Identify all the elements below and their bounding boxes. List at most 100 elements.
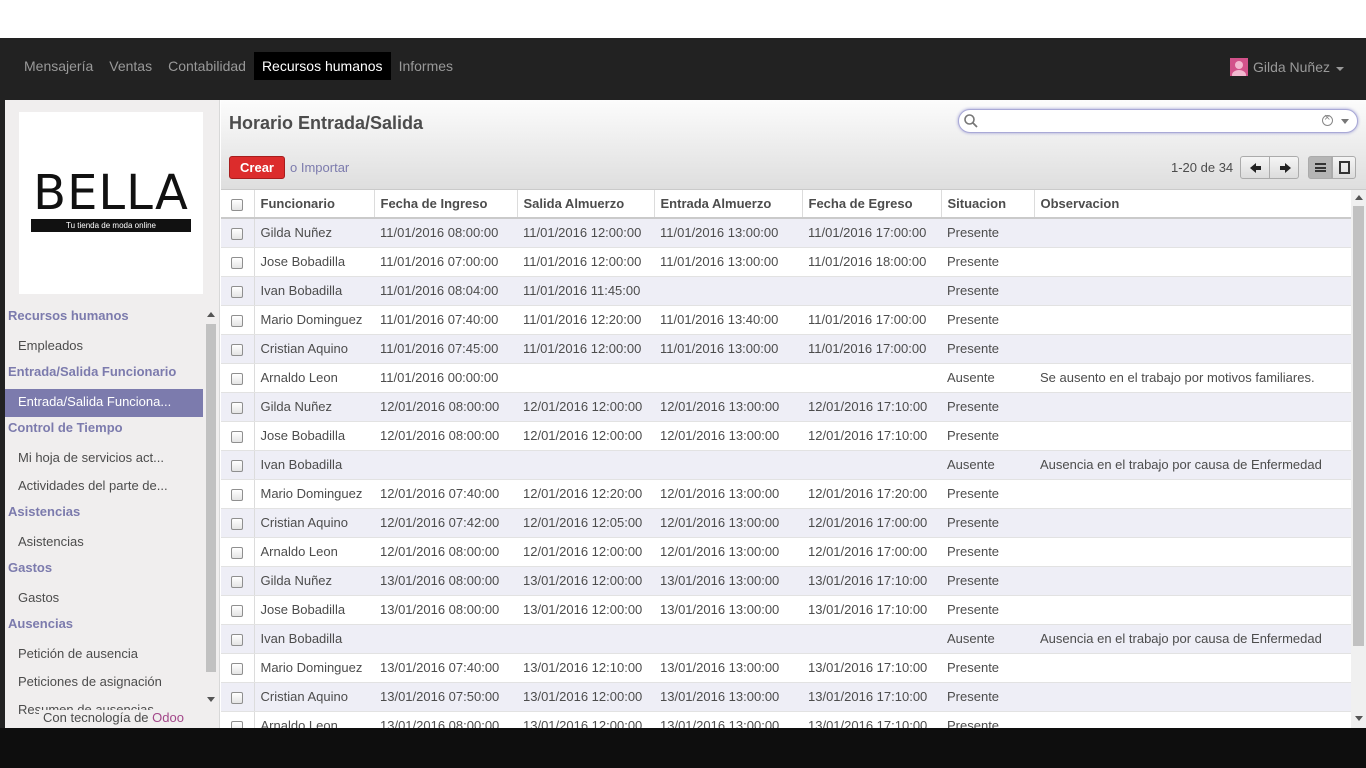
table-row[interactable]: Jose Bobadilla 12/01/2016 08:00:00 12/01/2… bbox=[221, 421, 1351, 451]
row-checkbox[interactable] bbox=[231, 488, 244, 501]
column-header[interactable]: Fecha de Ingreso bbox=[374, 190, 518, 219]
sidebar-item[interactable]: Empleados bbox=[5, 333, 203, 361]
sidebar-item[interactable]: Actividades del parte de... bbox=[5, 473, 203, 501]
scroll-up-icon[interactable] bbox=[1355, 195, 1363, 200]
import-link[interactable]: Importar bbox=[301, 160, 349, 175]
table-cell: 11/01/2016 17:00:00 bbox=[802, 305, 941, 335]
row-checkbox[interactable] bbox=[231, 662, 244, 675]
row-checkbox[interactable] bbox=[231, 459, 244, 472]
row-select-cell bbox=[221, 566, 255, 596]
list-view-icon bbox=[1315, 163, 1326, 172]
row-checkbox[interactable] bbox=[231, 314, 244, 327]
row-checkbox[interactable] bbox=[231, 430, 244, 443]
row-checkbox[interactable] bbox=[231, 372, 244, 385]
row-checkbox[interactable] bbox=[231, 691, 244, 704]
column-header[interactable]: Fecha de Egreso bbox=[802, 190, 942, 219]
table-cell bbox=[517, 450, 654, 480]
pager-value[interactable]: 1-20 de 34 bbox=[1171, 160, 1233, 175]
table-row[interactable]: Cristian Aquino 11/01/2016 07:45:00 11/01/… bbox=[221, 334, 1351, 364]
search-input[interactable] bbox=[981, 112, 1321, 130]
row-checkbox[interactable] bbox=[231, 604, 244, 617]
table-cell: Arnaldo Leon bbox=[254, 537, 374, 567]
row-checkbox[interactable] bbox=[231, 517, 244, 530]
table-cell: 11/01/2016 18:00:00 bbox=[802, 247, 941, 277]
odoo-link[interactable]: Odoo bbox=[152, 710, 184, 725]
sidebar-item[interactable]: Gastos bbox=[5, 585, 203, 613]
row-checkbox[interactable] bbox=[231, 575, 244, 588]
row-checkbox[interactable] bbox=[231, 285, 244, 298]
column-header[interactable]: Salida Almuerzo bbox=[517, 190, 655, 219]
search-dropdown-icon[interactable] bbox=[1341, 119, 1349, 124]
table-row[interactable]: Mario Dominguez 13/01/2016 07:40:00 13/01/… bbox=[221, 653, 1351, 683]
column-header[interactable]: Situacion bbox=[941, 190, 1035, 219]
row-checkbox[interactable] bbox=[231, 401, 244, 414]
table-cell: 12/01/2016 13:00:00 bbox=[654, 421, 802, 451]
table-row[interactable]: Jose Bobadilla 13/01/2016 08:00:00 13/01/2… bbox=[221, 595, 1351, 625]
table-cell: 13/01/2016 13:00:00 bbox=[654, 595, 802, 625]
sidebar-scrollbar[interactable] bbox=[205, 312, 217, 702]
table-cell: Presente bbox=[941, 566, 1034, 596]
pager-next-button[interactable] bbox=[1269, 156, 1299, 179]
table-row[interactable]: Jose Bobadilla 11/01/2016 07:00:00 11/01/2… bbox=[221, 247, 1351, 277]
nav-item-ventas[interactable]: Ventas bbox=[101, 52, 160, 80]
nav-item-recursos-humanos[interactable]: Recursos humanos bbox=[253, 52, 391, 80]
table-cell: Jose Bobadilla bbox=[254, 595, 374, 625]
table-row[interactable]: Ivan Bobadilla Ausente Ausencia en el trab… bbox=[221, 624, 1351, 654]
table-row[interactable]: Mario Dominguez 12/01/2016 07:40:00 12/01/… bbox=[221, 479, 1351, 509]
sidebar-item[interactable]: Mi hoja de servicios act... bbox=[5, 445, 203, 473]
scroll-down-icon[interactable] bbox=[207, 697, 215, 702]
pager-previous-button[interactable] bbox=[1240, 156, 1270, 179]
table-row[interactable]: Ivan Bobadilla 11/01/2016 08:04:00 11/01/2… bbox=[221, 276, 1351, 306]
create-button[interactable]: Crear bbox=[229, 156, 285, 179]
row-checkbox[interactable] bbox=[231, 343, 244, 356]
form-view-button[interactable] bbox=[1332, 156, 1356, 179]
table-cell: 12/01/2016 12:00:00 bbox=[517, 392, 654, 422]
table-row[interactable]: Arnaldo Leon 13/01/2016 08:00:00 13/01/201… bbox=[221, 711, 1351, 728]
scroll-up-icon[interactable] bbox=[207, 312, 215, 317]
row-checkbox[interactable] bbox=[231, 227, 244, 240]
sidebar-item[interactable]: Entrada/Salida Funciona... bbox=[5, 389, 203, 417]
search-box[interactable] bbox=[958, 109, 1358, 133]
sidebar-item[interactable]: Peticiones de asignación bbox=[5, 669, 203, 697]
table-row[interactable]: Gilda Nuñez 13/01/2016 08:00:00 13/01/2016… bbox=[221, 566, 1351, 596]
scroll-down-icon[interactable] bbox=[1355, 716, 1363, 721]
table-cell: Presente bbox=[941, 218, 1034, 248]
select-all-checkbox[interactable] bbox=[231, 198, 244, 211]
user-menu[interactable]: Gilda Nuñez bbox=[1229, 58, 1344, 76]
table-scrollbar[interactable] bbox=[1351, 190, 1366, 728]
sidebar-item[interactable]: Petición de ausencia bbox=[5, 641, 203, 669]
row-checkbox[interactable] bbox=[231, 546, 244, 559]
sidebar-item[interactable]: Asistencias bbox=[5, 529, 203, 557]
nav-item-informes[interactable]: Informes bbox=[391, 52, 461, 80]
sidebar-section-title: Recursos humanos bbox=[8, 308, 129, 323]
table-cell: 13/01/2016 13:00:00 bbox=[654, 653, 802, 683]
column-header[interactable]: Funcionario bbox=[254, 190, 375, 219]
table-row[interactable]: Mario Dominguez 11/01/2016 07:40:00 11/01/… bbox=[221, 305, 1351, 335]
clear-search-icon[interactable] bbox=[1322, 112, 1333, 126]
row-checkbox[interactable] bbox=[231, 256, 244, 269]
table-cell: Ausente bbox=[941, 450, 1034, 480]
table-row[interactable]: Ivan Bobadilla Ausente Ausencia en el trab… bbox=[221, 450, 1351, 480]
table-row[interactable]: Gilda Nuñez 12/01/2016 08:00:00 12/01/2016… bbox=[221, 392, 1351, 422]
table-cell: Gilda Nuñez bbox=[254, 566, 374, 596]
scroll-thumb[interactable] bbox=[1353, 206, 1364, 646]
nav-item-mensajería[interactable]: Mensajería bbox=[16, 52, 101, 80]
table-row[interactable]: Cristian Aquino 13/01/2016 07:50:00 13/01/… bbox=[221, 682, 1351, 712]
table-cell: Gilda Nuñez bbox=[254, 218, 374, 248]
next-arrow-icon bbox=[1280, 163, 1291, 173]
table-row[interactable]: Arnaldo Leon 11/01/2016 00:00:00 Ausente Se… bbox=[221, 363, 1351, 393]
row-checkbox[interactable] bbox=[231, 633, 244, 646]
or-label: o bbox=[290, 160, 298, 175]
row-checkbox[interactable] bbox=[231, 720, 244, 728]
column-header[interactable]: Entrada Almuerzo bbox=[654, 190, 803, 219]
list-view-button[interactable] bbox=[1308, 156, 1332, 179]
table-row[interactable]: Cristian Aquino 12/01/2016 07:42:00 12/01/… bbox=[221, 508, 1351, 538]
nav-item-contabilidad[interactable]: Contabilidad bbox=[160, 52, 254, 80]
table-cell: Presente bbox=[941, 711, 1034, 728]
column-header[interactable]: Observacion bbox=[1034, 190, 1351, 219]
scroll-thumb[interactable] bbox=[206, 324, 216, 672]
table-row[interactable]: Arnaldo Leon 12/01/2016 08:00:00 12/01/201… bbox=[221, 537, 1351, 567]
table-cell: 13/01/2016 17:10:00 bbox=[802, 711, 941, 728]
table-cell: 11/01/2016 07:00:00 bbox=[374, 247, 517, 277]
table-row[interactable]: Gilda Nuñez 11/01/2016 08:00:00 11/01/2016… bbox=[221, 218, 1351, 248]
